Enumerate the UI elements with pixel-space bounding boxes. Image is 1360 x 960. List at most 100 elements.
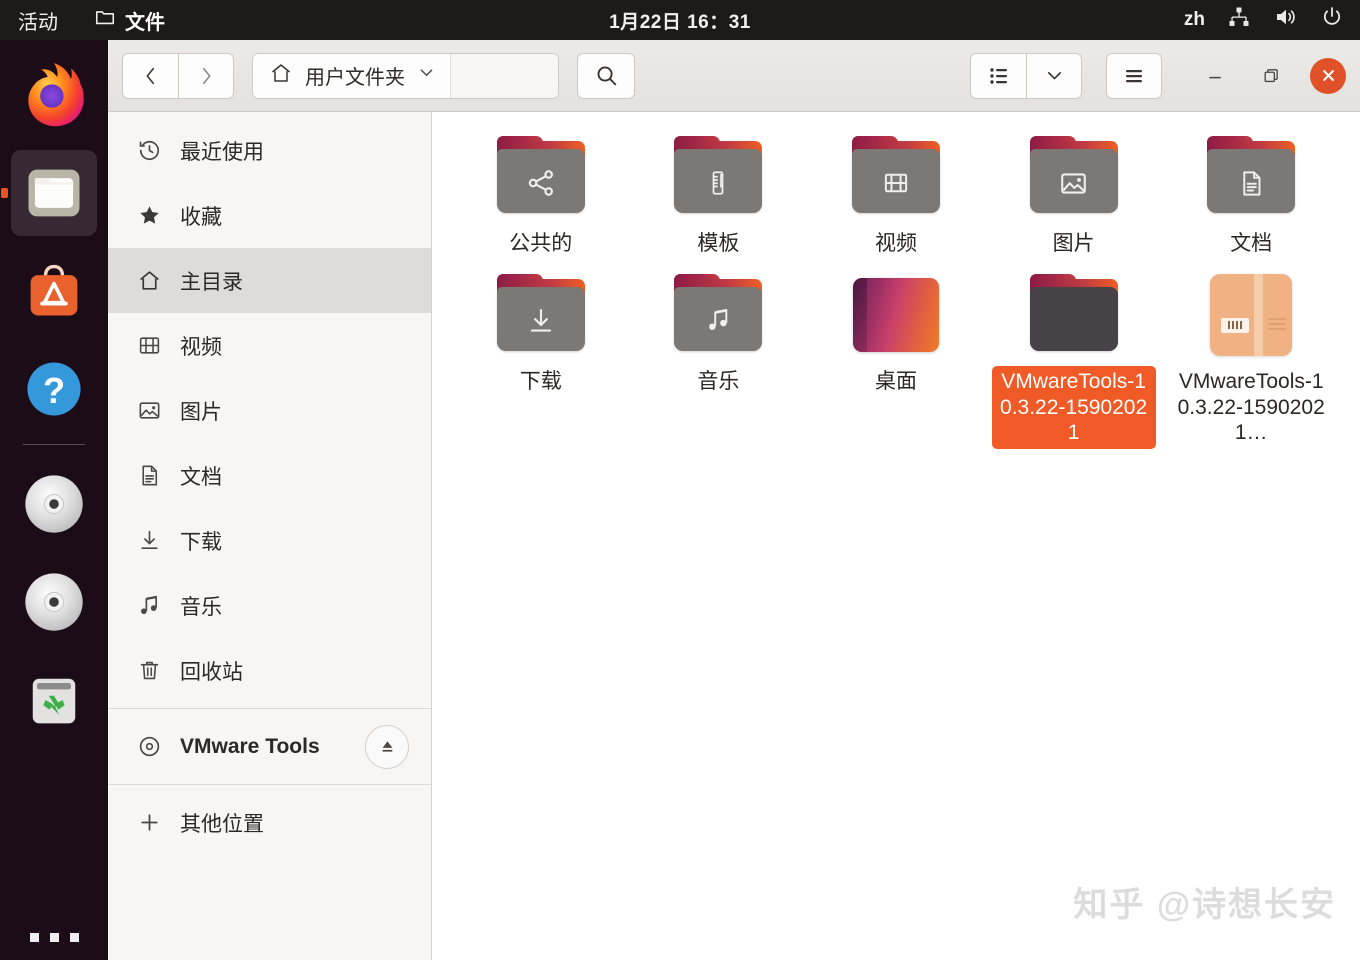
file-name: 模板 bbox=[690, 228, 746, 260]
file-item-documents[interactable]: 文档 bbox=[1162, 128, 1340, 260]
file-name: 下载 bbox=[513, 366, 569, 398]
sidebar-item-recent[interactable]: 最近使用 bbox=[108, 118, 431, 183]
file-name: 桌面 bbox=[868, 366, 924, 398]
show-applications-button[interactable] bbox=[0, 933, 108, 942]
folder-icon bbox=[94, 6, 116, 34]
minimize-button[interactable] bbox=[1198, 59, 1232, 93]
file-item-music[interactable]: 音乐 bbox=[630, 266, 808, 449]
sidebar-item-label: 收藏 bbox=[180, 201, 431, 231]
path-empty-area[interactable] bbox=[451, 54, 558, 98]
sidebar-item-other-locations[interactable]: 其他位置 bbox=[108, 790, 431, 855]
sidebar-item-starred[interactable]: 收藏 bbox=[108, 183, 431, 248]
file-item-downloads[interactable]: 下载 bbox=[452, 266, 630, 449]
breadcrumb-label: 用户文件夹 bbox=[305, 61, 405, 90]
watermark: 知乎 @诗想长安 bbox=[1073, 877, 1336, 926]
document-icon bbox=[1205, 154, 1297, 212]
activities-button[interactable]: 活动 bbox=[18, 6, 58, 35]
image-icon bbox=[1028, 154, 1120, 212]
top-panel: 活动 文件 1月22日 16：31 zh bbox=[0, 0, 1360, 40]
dock-item-ubuntu-software[interactable] bbox=[11, 248, 97, 334]
view-options-dropdown[interactable] bbox=[1026, 53, 1082, 99]
document-icon bbox=[136, 463, 162, 489]
sidebar-item-pictures[interactable]: 图片 bbox=[108, 378, 431, 443]
maximize-button[interactable] bbox=[1254, 59, 1288, 93]
dock-item-disc-2[interactable] bbox=[11, 559, 97, 645]
dock-item-help[interactable]: ? bbox=[11, 346, 97, 432]
network-icon[interactable] bbox=[1227, 5, 1251, 35]
folder-icon bbox=[672, 136, 764, 214]
path-bar: 用户文件夹 bbox=[252, 53, 559, 99]
files-folder-icon bbox=[20, 159, 88, 227]
chevron-left-icon bbox=[140, 65, 162, 87]
sidebar-item-home[interactable]: 主目录 bbox=[108, 248, 431, 313]
app-menu-files[interactable]: 文件 bbox=[94, 6, 165, 35]
cd-disc-icon bbox=[20, 568, 88, 636]
file-name: 公共的 bbox=[502, 228, 579, 260]
file-name: 音乐 bbox=[690, 366, 746, 398]
file-item-desktop[interactable]: 桌面 bbox=[807, 266, 985, 449]
ubuntu-software-icon bbox=[20, 257, 88, 325]
package-icon bbox=[1210, 274, 1292, 356]
share-icon bbox=[495, 154, 587, 212]
chevron-right-icon bbox=[195, 65, 217, 87]
navigation-buttons bbox=[122, 53, 234, 99]
breadcrumb-home[interactable]: 用户文件夹 bbox=[253, 54, 451, 98]
file-name: 视频 bbox=[868, 228, 924, 260]
eject-button[interactable] bbox=[365, 725, 409, 769]
list-view-button[interactable] bbox=[970, 53, 1026, 99]
back-button[interactable] bbox=[122, 53, 178, 99]
dock-item-files[interactable] bbox=[11, 150, 97, 236]
close-button[interactable] bbox=[1310, 58, 1346, 94]
dock-item-disc-1[interactable] bbox=[11, 461, 97, 547]
input-method-indicator[interactable]: zh bbox=[1184, 9, 1205, 31]
sidebar-item-downloads[interactable]: 下载 bbox=[108, 508, 431, 573]
dock-item-firefox[interactable] bbox=[11, 52, 97, 138]
dot bbox=[70, 933, 79, 942]
folder-icon bbox=[495, 274, 587, 352]
main-menu-button[interactable] bbox=[1106, 53, 1162, 99]
file-item-templates[interactable]: 模板 bbox=[630, 128, 808, 260]
music-icon bbox=[672, 292, 764, 350]
download-icon bbox=[495, 292, 587, 350]
file-name: 文档 bbox=[1223, 228, 1279, 260]
help-icon: ? bbox=[20, 355, 88, 423]
forward-button[interactable] bbox=[178, 53, 234, 99]
template-icon bbox=[672, 154, 764, 212]
power-icon[interactable] bbox=[1320, 5, 1344, 35]
icon-grid: 公共的 bbox=[432, 112, 1360, 449]
file-icon bbox=[848, 136, 944, 220]
file-view[interactable]: 公共的 bbox=[432, 112, 1360, 960]
file-icon bbox=[670, 274, 766, 358]
file-icon bbox=[848, 274, 944, 358]
file-icon bbox=[1203, 136, 1299, 220]
file-icon bbox=[1026, 274, 1122, 358]
search-button[interactable] bbox=[577, 53, 635, 99]
trash-icon bbox=[20, 666, 88, 734]
sidebar-item-videos[interactable]: 视频 bbox=[108, 313, 431, 378]
file-name: VMwareTools-10.3.22-15902021 bbox=[992, 366, 1156, 449]
disc-icon bbox=[136, 734, 162, 760]
volume-icon[interactable] bbox=[1273, 5, 1298, 35]
file-icon bbox=[1203, 274, 1299, 358]
view-controls bbox=[970, 53, 1082, 99]
close-icon bbox=[1319, 66, 1338, 85]
sidebar-item-documents[interactable]: 文档 bbox=[108, 443, 431, 508]
sidebar-divider bbox=[108, 784, 431, 785]
file-item-pictures[interactable]: 图片 bbox=[985, 128, 1163, 260]
sidebar-item-music[interactable]: 音乐 bbox=[108, 573, 431, 638]
file-item-vmwaretools-archive[interactable]: VMwareTools-10.3.22-15902021… bbox=[1162, 266, 1340, 449]
sidebar-item-label: 音乐 bbox=[180, 591, 431, 621]
sidebar-item-trash[interactable]: 回收站 bbox=[108, 638, 431, 703]
file-item-videos[interactable]: 视频 bbox=[807, 128, 985, 260]
places-sidebar: 最近使用 收藏 bbox=[108, 112, 432, 960]
chevron-down-icon[interactable] bbox=[417, 63, 436, 88]
clock[interactable]: 1月22日 16：31 bbox=[609, 7, 751, 34]
sidebar-item-vmware-tools[interactable]: VMware Tools bbox=[108, 714, 431, 779]
wallpaper-thumbnail-icon bbox=[853, 278, 939, 352]
dock-item-trash[interactable] bbox=[11, 657, 97, 743]
home-icon bbox=[269, 61, 293, 91]
file-item-public[interactable]: 公共的 bbox=[452, 128, 630, 260]
video-icon bbox=[136, 333, 162, 359]
star-icon bbox=[136, 203, 162, 229]
file-item-vmwaretools-folder[interactable]: VMwareTools-10.3.22-15902021 bbox=[985, 266, 1163, 449]
